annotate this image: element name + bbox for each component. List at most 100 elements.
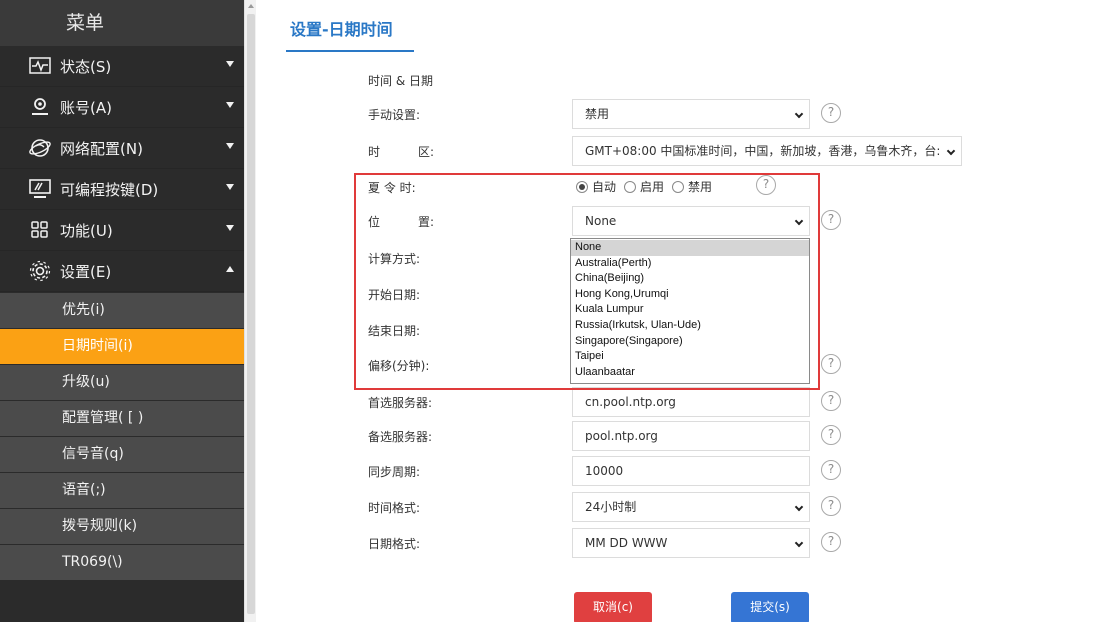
- chevron-down-icon: [794, 216, 804, 226]
- location-value: None: [585, 214, 617, 228]
- dropdown-option[interactable]: Hong Kong,Urumqi: [571, 287, 809, 303]
- submit-button[interactable]: 提交(s): [731, 592, 809, 622]
- help-icon[interactable]: ?: [821, 425, 841, 445]
- help-icon[interactable]: ?: [821, 103, 841, 123]
- timezone-value: GMT+08:00 中国标准时间，中国，新加坡，香港，乌鲁木齐，台:: [585, 144, 941, 158]
- chevron-down-icon: [946, 146, 956, 156]
- date-format-value: MM DD WWW: [585, 536, 668, 550]
- app-window: 菜单 状态(S) 账号(A) 网络配置(N) 可编程按键(D) 功能(U) 设置…: [0, 0, 1105, 622]
- sidebar-subitem-voice[interactable]: 语音(;): [0, 473, 244, 508]
- account-icon: [28, 96, 52, 118]
- location-label-left: 位: [368, 215, 381, 229]
- help-icon[interactable]: ?: [756, 175, 776, 195]
- help-icon[interactable]: ?: [821, 391, 841, 411]
- help-icon[interactable]: ?: [821, 532, 841, 552]
- sidebar-item-label: 网络配置(N): [60, 139, 143, 158]
- cancel-button[interactable]: 取消(c): [574, 592, 652, 622]
- scrollbar-thumb[interactable]: [247, 14, 255, 614]
- sidebar-subitem-datetime[interactable]: 日期时间(i): [0, 329, 244, 364]
- row-location: 位 置: None ?: [256, 206, 1105, 236]
- dropdown-option[interactable]: Australia(Perth): [571, 256, 809, 272]
- dropdown-option[interactable]: Russia(Irkutsk, Ulan-Ude): [571, 318, 809, 334]
- sidebar-subitem-dial-plan[interactable]: 拨号规则(k): [0, 509, 244, 544]
- title-underline: [286, 50, 414, 52]
- location-select[interactable]: None: [572, 206, 810, 236]
- sidebar-subitem-upgrade[interactable]: 升级(u): [0, 365, 244, 400]
- row-secondary-server: 备选服务器: pool.ntp.org ?: [256, 421, 1105, 451]
- sidebar-subitem-config-management[interactable]: 配置管理( [ ): [0, 401, 244, 436]
- sidebar-scrollbar[interactable]: [244, 0, 256, 622]
- row-timezone: 时 区: GMT+08:00 中国标准时间，中国，新加坡，香港，乌鲁木齐，台:: [256, 136, 1105, 166]
- sidebar-item-label: 账号(A): [60, 98, 112, 117]
- help-icon[interactable]: ?: [821, 496, 841, 516]
- dst-option-enable-label: 启用: [640, 180, 665, 194]
- time-format-select[interactable]: 24小时制: [572, 492, 810, 522]
- dropdown-option[interactable]: None: [571, 240, 809, 256]
- dst-option-enable[interactable]: 启用: [624, 178, 664, 195]
- dst-option-disable-label: 禁用: [688, 180, 713, 194]
- dropdown-option[interactable]: Kuala Lumpur: [571, 302, 809, 318]
- secondary-server-label: 备选服务器:: [368, 430, 433, 444]
- primary-server-input[interactable]: cn.pool.ntp.org: [572, 387, 810, 417]
- chevron-down-icon: [226, 61, 234, 67]
- sidebar-subitem-preferences[interactable]: 优先(i): [0, 293, 244, 328]
- location-label-right: 置:: [418, 215, 435, 229]
- manual-setting-value: 禁用: [585, 107, 610, 121]
- dropdown-option[interactable]: Ulaanbaatar: [571, 365, 809, 381]
- location-dropdown-list[interactable]: None Australia(Perth) China(Beijing) Hon…: [570, 238, 810, 384]
- row-sync-period: 同步周期: 10000 ?: [256, 456, 1105, 486]
- calc-method-label: 计算方式:: [368, 252, 421, 266]
- help-icon[interactable]: ?: [821, 460, 841, 480]
- scroll-up-icon[interactable]: [248, 4, 254, 8]
- row-dst: 夏 令 时: 自动 启用 禁用 ?: [256, 172, 1105, 202]
- sidebar-item-features[interactable]: 功能(U): [0, 210, 244, 251]
- radio-icon[interactable]: [624, 180, 637, 193]
- manual-setting-label: 手动设置:: [368, 108, 421, 122]
- sidebar-menu: 菜单 状态(S) 账号(A) 网络配置(N) 可编程按键(D) 功能(U) 设置…: [0, 0, 244, 622]
- sidebar-item-label: 功能(U): [60, 221, 113, 240]
- status-icon: [28, 55, 52, 77]
- page-title: 设置-日期时间: [290, 20, 393, 39]
- sync-period-label: 同步周期:: [368, 465, 421, 479]
- offset-label: 偏移(分钟):: [368, 359, 430, 373]
- chevron-down-icon: [226, 143, 234, 149]
- row-primary-server: 首选服务器: cn.pool.ntp.org ?: [256, 387, 1105, 417]
- dropdown-option[interactable]: Taipei: [571, 349, 809, 365]
- dropdown-option[interactable]: Singapore(Singapore): [571, 334, 809, 350]
- dst-label: 夏 令 时:: [368, 181, 416, 195]
- start-date-label: 开始日期:: [368, 288, 421, 302]
- row-manual-setting: 手动设置: 禁用 ?: [256, 99, 1105, 129]
- help-icon[interactable]: ?: [821, 210, 841, 230]
- primary-server-label: 首选服务器:: [368, 396, 433, 410]
- sync-period-input[interactable]: 10000: [572, 456, 810, 486]
- sidebar-item-status[interactable]: 状态(S): [0, 46, 244, 87]
- chevron-up-icon: [226, 266, 234, 272]
- sidebar-item-label: 设置(E): [60, 262, 112, 281]
- timezone-label-right: 区:: [418, 145, 435, 159]
- radio-selected-icon[interactable]: [576, 180, 588, 193]
- dst-option-disable[interactable]: 禁用: [672, 178, 712, 195]
- section-label: 时间 & 日期: [368, 74, 433, 88]
- secondary-server-input[interactable]: pool.ntp.org: [572, 421, 810, 451]
- sidebar-item-account[interactable]: 账号(A): [0, 87, 244, 128]
- sidebar-subitem-tr069[interactable]: TR069(\): [0, 545, 244, 580]
- dropdown-option[interactable]: China(Beijing): [571, 271, 809, 287]
- sidebar-item-settings[interactable]: 设置(E): [0, 251, 244, 292]
- dst-option-auto-label: 自动: [592, 180, 617, 194]
- sidebar-item-network[interactable]: 网络配置(N): [0, 128, 244, 169]
- help-icon[interactable]: ?: [821, 354, 841, 374]
- manual-setting-select[interactable]: 禁用: [572, 99, 810, 129]
- chevron-down-icon: [226, 184, 234, 190]
- timezone-select[interactable]: GMT+08:00 中国标准时间，中国，新加坡，香港，乌鲁木齐，台:: [572, 136, 962, 166]
- sidebar-subitem-tones[interactable]: 信号音(q): [0, 437, 244, 472]
- network-icon: [28, 137, 52, 159]
- programmable-keys-icon: [28, 178, 52, 200]
- chevron-down-icon: [794, 502, 804, 512]
- sidebar-item-programmable-keys[interactable]: 可编程按键(D): [0, 169, 244, 210]
- sidebar-item-label: 状态(S): [60, 57, 112, 76]
- date-format-select[interactable]: MM DD WWW: [572, 528, 810, 558]
- radio-icon[interactable]: [672, 180, 685, 193]
- features-icon: [28, 219, 52, 241]
- dst-option-auto[interactable]: 自动: [576, 178, 616, 195]
- timezone-label-left: 时: [368, 145, 381, 159]
